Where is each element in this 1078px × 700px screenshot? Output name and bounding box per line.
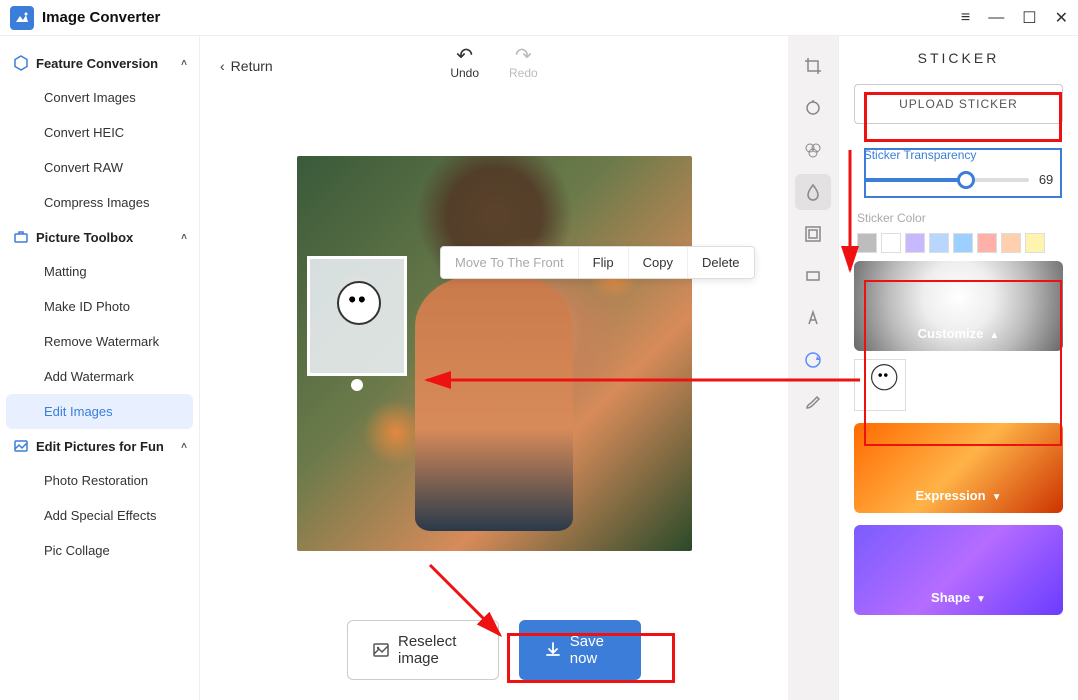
sidebar-item-convert-raw[interactable]: Convert RAW xyxy=(0,150,199,185)
color-swatches xyxy=(847,233,1070,261)
tool-sticker[interactable] xyxy=(795,342,831,378)
sticker-color-label: Sticker Color xyxy=(847,211,1070,233)
color-swatch[interactable] xyxy=(953,233,973,253)
redo-label: Redo xyxy=(509,66,538,80)
sidebar-item-add-watermark[interactable]: Add Watermark xyxy=(0,359,199,394)
tool-brush[interactable] xyxy=(795,384,831,420)
chevron-left-icon: ‹ xyxy=(220,58,225,74)
category-label: Expression xyxy=(915,488,985,503)
sticker-panel: STICKER UPLOAD STICKER Sticker Transpare… xyxy=(838,36,1078,700)
tool-frame[interactable] xyxy=(795,216,831,252)
redo-icon: ↷ xyxy=(515,46,532,66)
sticker-category-customize: Customize ▲ xyxy=(854,261,1064,411)
color-swatch[interactable] xyxy=(929,233,949,253)
hamburger-icon[interactable]: ≡ xyxy=(961,9,970,27)
ctx-copy[interactable]: Copy xyxy=(629,247,688,278)
sticker-category-shape: Shape ▼ xyxy=(854,525,1064,615)
sidebar-item-pic-collage[interactable]: Pic Collage xyxy=(0,533,199,568)
color-swatch[interactable] xyxy=(905,233,925,253)
panel-title: STICKER xyxy=(847,50,1070,66)
download-icon xyxy=(544,641,562,659)
image-icon xyxy=(372,641,390,659)
sticker-context-menu: Move To The Front Flip Copy Delete xyxy=(440,246,755,279)
sidebar-item-convert-heic[interactable]: Convert HEIC xyxy=(0,115,199,150)
category-header-expression[interactable]: Expression ▼ xyxy=(854,423,1064,513)
save-now-button[interactable]: Save now xyxy=(519,620,641,680)
return-button[interactable]: ‹ Return xyxy=(220,58,273,74)
tool-ratio[interactable] xyxy=(795,258,831,294)
transparency-slider[interactable] xyxy=(864,178,1029,182)
undo-button[interactable]: ↶ Undo xyxy=(450,46,479,80)
hexagon-icon xyxy=(12,54,30,72)
sidebar-item-convert-images[interactable]: Convert Images xyxy=(0,80,199,115)
close-button[interactable]: ✕ xyxy=(1055,8,1068,28)
sidebar-item-add-special-effects[interactable]: Add Special Effects xyxy=(0,498,199,533)
chevron-up-icon: ˄ xyxy=(181,232,187,243)
sidebar-item-make-id-photo[interactable]: Make ID Photo xyxy=(0,289,199,324)
sidebar-item-photo-restoration[interactable]: Photo Restoration xyxy=(0,463,199,498)
sticker-thumbnail-panda[interactable] xyxy=(854,359,906,411)
color-swatch[interactable] xyxy=(1025,233,1045,253)
ctx-delete[interactable]: Delete xyxy=(688,247,754,278)
category-header-shape[interactable]: Shape ▼ xyxy=(854,525,1064,615)
sticker-panda xyxy=(327,281,387,351)
tool-text[interactable] xyxy=(795,300,831,336)
reselect-label: Reselect image xyxy=(398,633,474,667)
sidebar-group-picture-toolbox[interactable]: Picture Toolbox ˄ xyxy=(0,220,199,254)
category-label: Shape xyxy=(931,590,970,605)
transparency-value: 69 xyxy=(1039,172,1053,187)
tool-crop[interactable] xyxy=(795,48,831,84)
sidebar-group-label: Edit Pictures for Fun xyxy=(36,439,164,454)
canvas-photo[interactable] xyxy=(297,156,692,551)
tool-filter[interactable] xyxy=(795,132,831,168)
maximize-button[interactable]: ☐ xyxy=(1022,8,1036,28)
tool-drop[interactable] xyxy=(795,174,831,210)
tool-rail xyxy=(788,36,838,700)
color-swatch[interactable] xyxy=(881,233,901,253)
undo-label: Undo xyxy=(450,66,479,80)
chevron-up-icon: ˄ xyxy=(181,441,187,452)
transparency-label: Sticker Transparency xyxy=(864,148,1054,162)
chevron-up-icon: ▲ xyxy=(989,330,999,341)
toolbox-icon xyxy=(12,228,30,246)
sidebar-item-compress-images[interactable]: Compress Images xyxy=(0,185,199,220)
sidebar-group-label: Picture Toolbox xyxy=(36,230,133,245)
canvas-area: ‹ Return ↶ Undo ↷ Redo M xyxy=(200,36,788,700)
undo-icon: ↶ xyxy=(456,46,473,66)
chevron-up-icon: ˄ xyxy=(181,58,187,69)
chevron-down-icon: ▼ xyxy=(976,594,986,605)
minimize-button[interactable]: — xyxy=(988,9,1004,27)
color-swatch[interactable] xyxy=(857,233,877,253)
save-label: Save now xyxy=(570,633,616,667)
color-swatch[interactable] xyxy=(1001,233,1021,253)
sidebar-item-matting[interactable]: Matting xyxy=(0,254,199,289)
reselect-image-button[interactable]: Reselect image xyxy=(347,620,499,680)
tool-adjust[interactable] xyxy=(795,90,831,126)
sidebar-group-edit-pictures-for-fun[interactable]: Edit Pictures for Fun ˄ xyxy=(0,429,199,463)
ctx-move-to-front[interactable]: Move To The Front xyxy=(441,247,579,278)
sidebar-item-edit-images[interactable]: Edit Images xyxy=(6,394,193,429)
upload-sticker-button[interactable]: UPLOAD STICKER xyxy=(854,84,1064,124)
sticker-selection[interactable] xyxy=(307,256,407,376)
app-logo xyxy=(10,6,34,30)
titlebar: Image Converter ≡ — ☐ ✕ xyxy=(0,0,1078,36)
sidebar-group-label: Feature Conversion xyxy=(36,56,158,71)
ctx-flip[interactable]: Flip xyxy=(579,247,629,278)
return-label: Return xyxy=(231,58,273,74)
slider-knob[interactable] xyxy=(957,171,975,189)
sticker-category-expression: Expression ▼ xyxy=(854,423,1064,513)
picture-icon xyxy=(12,437,30,455)
redo-button[interactable]: ↷ Redo xyxy=(509,46,538,80)
chevron-down-icon: ▼ xyxy=(992,492,1002,503)
transparency-control: Sticker Transparency 69 xyxy=(854,138,1064,197)
category-header-customize[interactable]: Customize ▲ xyxy=(854,261,1064,351)
app-title: Image Converter xyxy=(42,9,160,26)
sidebar: Feature Conversion ˄ Convert Images Conv… xyxy=(0,36,200,700)
color-swatch[interactable] xyxy=(977,233,997,253)
sidebar-group-feature-conversion[interactable]: Feature Conversion ˄ xyxy=(0,46,199,80)
sidebar-item-remove-watermark[interactable]: Remove Watermark xyxy=(0,324,199,359)
category-label: Customize xyxy=(918,326,984,341)
